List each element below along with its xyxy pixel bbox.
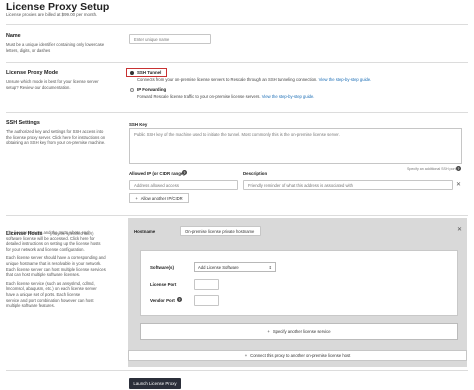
ip-forwarding-radio[interactable]	[130, 88, 134, 92]
hostname-input[interactable]: On-premise license private hostname	[180, 226, 261, 236]
plus-icon: +	[135, 195, 138, 201]
ssh-tunnel-radio[interactable]	[130, 71, 134, 75]
mode-section-desc: Unsure which mode is best for your licen…	[6, 79, 99, 90]
chevron-updown-icon: ⇕	[268, 264, 272, 270]
allowed-ip-label: Allowed IP (or CIDR range)	[129, 171, 185, 176]
connect-host-button[interactable]: + Connect this proxy to another on-premi…	[128, 350, 467, 361]
ssh-key-label: SSH Key	[129, 122, 148, 127]
launch-license-proxy-button[interactable]: Launch License Proxy	[129, 378, 181, 389]
description-input[interactable]: Friendly reminder of what this address i…	[243, 180, 453, 190]
ssh-section-desc: The authorized key and settings for SSH …	[6, 129, 106, 146]
description-label: Description	[243, 171, 268, 176]
help-icon[interactable]: ?	[177, 297, 182, 302]
ip-forwarding-title: IP Forwarding	[137, 87, 167, 92]
divider	[6, 112, 468, 113]
name-section-title: Name	[6, 33, 21, 39]
plus-icon: +	[244, 353, 248, 358]
ssh-tunnel-desc: Connects from your on-premise license se…	[137, 77, 372, 82]
remove-row-icon[interactable]: ✕	[456, 182, 461, 188]
vendor-port-input[interactable]	[194, 295, 219, 306]
remove-host-icon[interactable]: ✕	[457, 227, 462, 233]
divider	[6, 62, 468, 63]
divider	[6, 215, 468, 216]
divider	[6, 24, 468, 25]
software-label: Software(s)	[150, 265, 174, 270]
hostname-label: Hostname	[134, 229, 156, 234]
ssh-tunnel-title: SSH Tunnel	[137, 70, 162, 75]
license-port-input[interactable]	[194, 279, 219, 290]
ssh-tunnel-guide-link[interactable]: View the step-by-step guide.	[319, 77, 372, 82]
ip-forwarding-guide-link[interactable]: View the step-by-step guide.	[262, 94, 315, 99]
allowed-ip-input[interactable]: Address allowed access	[129, 180, 238, 190]
name-input[interactable]: Enter unique name	[129, 34, 211, 44]
ssh-section-title: SSH Settings	[6, 120, 40, 126]
specify-service-button[interactable]: + Specify another license service	[140, 323, 458, 340]
additional-port-hint: Specify an additional SSH port	[407, 167, 456, 171]
divider	[6, 370, 468, 371]
help-icon[interactable]: ?	[182, 170, 187, 175]
plus-icon: +	[267, 329, 270, 334]
mode-section-title: License Proxy Mode	[6, 70, 59, 76]
license-service-panel	[140, 250, 458, 316]
ip-forwarding-desc: Forward Rescale license traffic to your …	[137, 94, 315, 99]
help-icon[interactable]: ?	[456, 166, 461, 171]
vendor-port-label: Vendor Port	[150, 298, 175, 303]
license-port-label: License Port	[150, 282, 177, 287]
ssh-key-textarea[interactable]: Public SSH key of the machine used to in…	[129, 128, 462, 164]
page-subtitle: License proxies are billed at $99.00 per…	[6, 12, 98, 17]
hosts-section-desc: The license servers and the ports where …	[6, 230, 106, 309]
allow-another-ip-button[interactable]: + Allow another IP/CIDR	[129, 193, 189, 203]
software-select[interactable]: Add License Software ⇕	[194, 262, 276, 272]
name-section-desc: Must be a unique identifier containing o…	[6, 42, 105, 53]
